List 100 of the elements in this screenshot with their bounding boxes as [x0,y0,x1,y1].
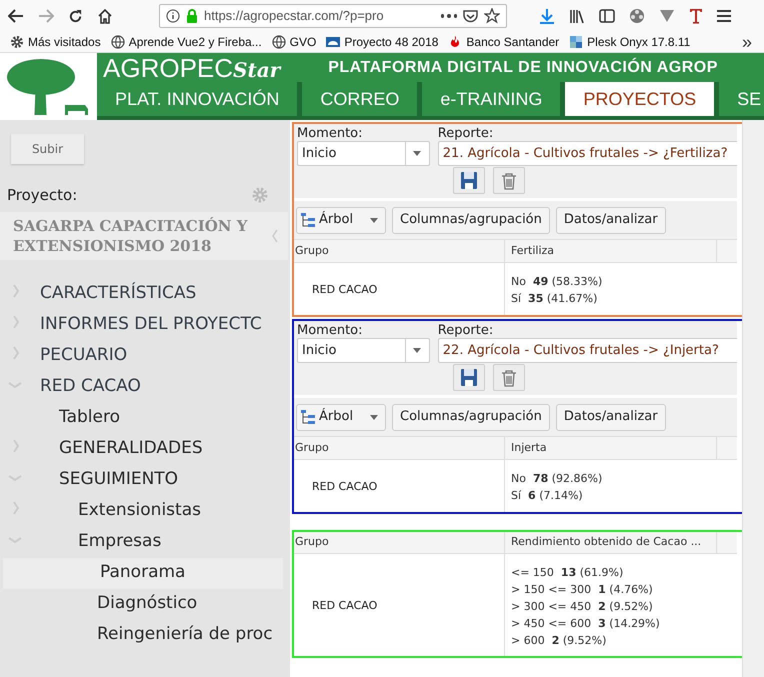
tree-icon [300,212,316,228]
scrollbar[interactable] [742,120,764,677]
tree-item[interactable]: Extensionistas [0,496,290,526]
column-header[interactable]: Injerta [505,437,717,459]
delete-button[interactable] [493,364,525,391]
t-letter-icon[interactable] [689,8,703,24]
table-cell: RED CACAO [292,460,505,514]
nav-tab[interactable]: CORREO [302,82,418,116]
lock-icon [186,9,198,23]
sidebar-icon[interactable] [599,9,615,23]
chevron-left-icon [272,228,278,242]
tree-item[interactable]: RED CACAO [0,372,290,402]
delete-button[interactable] [493,167,525,194]
chevron-right-icon [13,346,19,360]
up-button[interactable]: Subir [11,134,84,164]
pocket-icon[interactable] [463,9,478,23]
puzzle-icon [569,35,584,49]
trash-icon [500,368,518,386]
globe-icon [110,35,125,49]
field-label: Momento: [297,323,364,338]
film-reel-icon[interactable] [629,8,645,24]
table-cell-text: <= 150 13 (61.9%) [511,564,624,580]
dropdown-arrow-icon [413,151,422,156]
cloud-icon [326,35,340,49]
table-cell-text: Sí 35 (41.67%) [511,291,598,307]
dropdown-arrow-icon [413,348,422,353]
tree-item[interactable]: PECUARIO [0,340,290,372]
save-button[interactable] [453,364,485,391]
tree-item[interactable]: CARACTERÍSTICAS [0,278,290,310]
data-button[interactable]: Datos/analizar [556,404,666,430]
table-cell-text: > 600 2 (9.52%) [511,632,608,648]
tree-item[interactable]: INFORMES DEL PROYECTC [0,310,290,340]
address-bar[interactable]: https://agropecstar.com/?p=pro [159,4,507,28]
home-icon[interactable] [97,8,113,24]
tree-item[interactable]: Empresas [0,526,290,558]
table-cell-text: > 450 <= 600 3 (14.29%) [511,616,661,632]
nav-tab[interactable]: PROYECTOS [565,82,714,116]
view-dropdown[interactable]: Árbol [296,206,386,234]
bookmark-item[interactable]: GVO [272,33,316,51]
table-cell-text: No 49 (58.33%) [511,274,604,290]
chevron-right-icon [13,500,19,514]
column-header[interactable]: Grupo [292,240,505,262]
column-header[interactable]: Rendimiento obtenido de Cacao ... [505,531,717,553]
nav-tab[interactable]: SE [719,82,764,116]
tree-item[interactable]: Tablero [0,402,290,434]
download-icon[interactable] [539,8,555,24]
tree-item[interactable]: Reingeniería de proc [0,620,290,650]
bookmark-item[interactable]: Aprende Vue2 y Fireba... [110,33,262,51]
tree-item[interactable]: Diagnóstico [0,588,290,620]
table-cell-text: Sí 6 (7.14%) [511,488,584,504]
chevron-right-icon [13,284,19,298]
nav-tab[interactable]: e-TRAINING [422,82,560,116]
more-icon[interactable] [441,14,457,18]
table-cell: RED CACAO [292,263,505,317]
tree-item[interactable]: SEGUIMIENTO [0,464,290,496]
back-icon[interactable] [8,9,24,23]
report-field[interactable]: 22. Agrícola - Cultivos frutales -> ¿Injerta? [438,338,737,363]
chevron-right-icon [13,314,19,328]
tree-item[interactable]: Panorama [3,558,283,588]
view-dropdown[interactable]: Árbol [296,404,386,430]
library-icon[interactable] [569,8,585,24]
chevron-right-icon [13,438,19,452]
platform-title: PLATAFORMA DIGITAL DE INNOVACIÓN AGROP [328,56,718,78]
column-header[interactable]: Grupo [292,437,505,459]
report-field[interactable]: 21. Agrícola - Cultivos frutales -> ¿Fertiliza? [438,141,737,166]
star-icon[interactable] [484,8,500,24]
bookmark-item[interactable]: Proyecto 48 2018 [326,33,438,51]
moment-dropdown[interactable]: Inicio [297,338,430,363]
project-label: Proyecto: [7,185,78,206]
dropdown-arrow-icon [370,414,378,420]
table-cell-text: > 150 <= 300 1 (4.76%) [511,582,654,598]
table-cell-text: > 300 <= 450 2 (9.52%) [511,598,654,614]
dropdown-arrow-icon [370,218,378,222]
columns-button[interactable]: Columnas/agrupación [392,206,550,234]
field-label: Momento: [297,126,364,141]
save-button[interactable] [453,167,485,194]
tree-icon [300,409,316,425]
trash-icon [500,172,518,190]
nav-tab[interactable]: PLAT. INNOVACIÓN [97,82,298,116]
bookmark-item[interactable]: Plesk Onyx 17.8.11 [569,33,690,51]
info-icon [166,9,180,23]
chevron-down-icon [8,382,22,388]
tree-item[interactable]: GENERALIDADES [0,434,290,464]
bookmark-item[interactable]: Banco Santander [448,33,560,51]
moment-dropdown[interactable]: Inicio [297,141,430,166]
column-header[interactable]: Grupo [292,531,505,553]
data-button[interactable]: Datos/analizar [556,206,666,234]
table-cell: RED CACAO [292,554,505,658]
brand-logo: AGROPECStar [103,54,280,80]
chevron-down-icon [8,474,22,480]
field-label: Reporte: [438,323,494,338]
field-label: Reporte: [438,126,494,141]
gear-icon [10,35,24,49]
columns-button[interactable]: Columnas/agrupación [392,404,550,430]
column-header[interactable]: Fertiliza [505,240,717,262]
bookmark-item[interactable]: Más visitados [10,33,101,51]
globe-icon [272,35,286,49]
overflow-button[interactable]: » [742,33,752,51]
reload-icon[interactable] [68,8,83,24]
menu-icon[interactable] [717,10,731,22]
